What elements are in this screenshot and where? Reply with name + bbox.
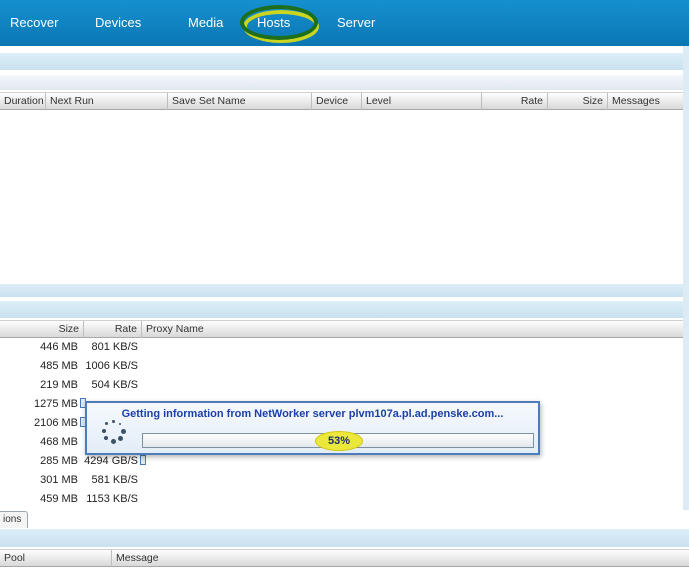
alerts-toolbar-band (0, 529, 689, 547)
tab-devices[interactable]: Devices (95, 15, 141, 30)
session-rate: 1153 KB/S (78, 490, 138, 509)
session-rate: 1006 KB/S (78, 357, 138, 376)
tab-sessions-partial[interactable]: ions (0, 511, 28, 528)
top-nav: Recover Devices Media Hosts Server (0, 0, 689, 46)
progress-dialog: Getting information from NetWorker serve… (85, 401, 540, 455)
col-size[interactable]: Size (548, 93, 608, 110)
col-messages[interactable]: Messages (608, 93, 689, 110)
document-icon (140, 455, 146, 465)
session-row[interactable]: 446 MB801 KB/S (0, 338, 689, 357)
sessions-table-header: Size Rate Proxy Name (0, 320, 689, 338)
session-rate: 504 KB/S (78, 376, 138, 395)
session-size: 1275 MB (0, 395, 78, 414)
session-row[interactable]: 485 MB1006 KB/S (0, 357, 689, 376)
col-session-rate[interactable]: Rate (84, 321, 142, 338)
session-size: 301 MB (0, 471, 78, 490)
session-size: 446 MB (0, 338, 78, 357)
toolbar-band (0, 75, 689, 90)
col-duration[interactable]: Duration (0, 93, 46, 110)
tab-media[interactable]: Media (188, 15, 223, 30)
runs-table-header: Duration Next Run Save Set Name Device L… (0, 92, 689, 110)
col-pool[interactable]: Pool (0, 550, 112, 567)
session-row[interactable]: 219 MB504 KB/S (0, 376, 689, 395)
col-device[interactable]: Device (312, 93, 362, 110)
progress-dialog-title: Getting information from NetWorker serve… (87, 408, 538, 420)
session-size: 2106 MB (0, 414, 78, 433)
tab-recover[interactable]: Recover (10, 15, 58, 30)
col-message[interactable]: Message (112, 550, 689, 567)
progress-bar: 53% (142, 433, 534, 448)
col-session-size[interactable]: Size (0, 321, 84, 338)
session-row[interactable]: 301 MB581 KB/S (0, 471, 689, 490)
session-size: 219 MB (0, 376, 78, 395)
sessions-toolbar-band (0, 301, 689, 318)
session-rate: 581 KB/S (78, 471, 138, 490)
session-size: 468 MB (0, 433, 78, 452)
tab-server[interactable]: Server (337, 15, 375, 30)
spinner-icon (99, 417, 129, 447)
toolbar-band (0, 53, 689, 70)
session-size: 459 MB (0, 490, 78, 509)
session-size: 485 MB (0, 357, 78, 376)
session-row[interactable]: 459 MB1153 KB/S (0, 490, 689, 509)
tab-hosts[interactable]: Hosts (257, 15, 290, 30)
progress-percent-highlight: 53% (315, 431, 363, 451)
col-save-set-name[interactable]: Save Set Name (168, 93, 312, 110)
col-level[interactable]: Level (362, 93, 482, 110)
session-rate: 801 KB/S (78, 338, 138, 357)
session-size: 285 MB (0, 452, 78, 471)
networker-console: { "nav": { "items": [ { "label": "Recove… (0, 0, 689, 574)
col-rate[interactable]: Rate (482, 93, 548, 110)
scrollbar-track[interactable] (683, 46, 689, 510)
panel-separator-band (0, 284, 689, 297)
alerts-table-header: Pool Message (0, 549, 689, 567)
col-next-run[interactable]: Next Run (46, 93, 168, 110)
col-proxy-name[interactable]: Proxy Name (142, 321, 689, 338)
